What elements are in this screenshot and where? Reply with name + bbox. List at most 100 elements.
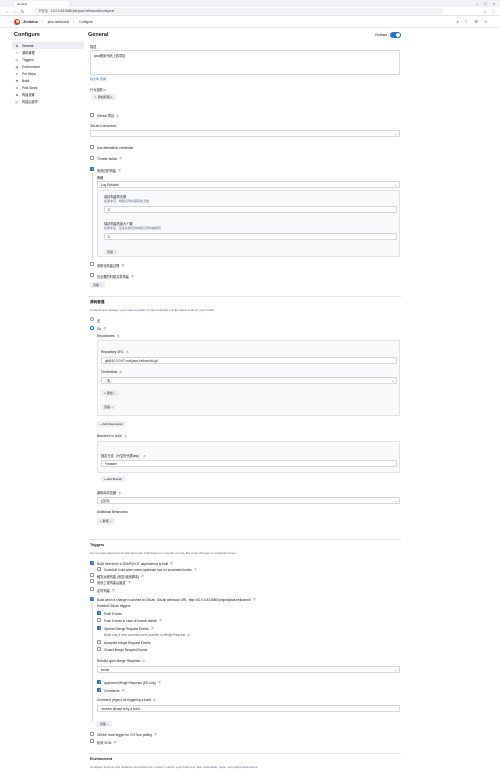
help-icon[interactable]: ? <box>119 157 123 161</box>
throttle-checkbox[interactable] <box>90 156 94 160</box>
security-badge[interactable]: 不安全 <box>38 8 48 14</box>
add-credential-button[interactable]: + 添加 ⌄ <box>101 390 119 396</box>
help-icon[interactable]: ? <box>252 598 256 602</box>
sidebar-item-scm[interactable]: ⑂ 源码管理 <box>12 49 84 56</box>
push-events-checkbox[interactable] <box>97 611 101 615</box>
help-icon[interactable]: ? <box>119 370 123 374</box>
help-icon[interactable]: ? <box>103 327 107 331</box>
sidebar-item-build-settings[interactable]: ⚙ 构建设置 <box>12 91 84 98</box>
enabled-toggle[interactable] <box>390 31 401 38</box>
github-hook-checkbox[interactable] <box>90 732 94 736</box>
help-icon[interactable]: ? <box>113 741 117 745</box>
keep-max-input[interactable]: 5 <box>104 233 397 240</box>
general-advanced-button[interactable]: 高级 ⌄ <box>90 282 106 288</box>
add-behaviour-button[interactable]: + 新增 ⌄ <box>97 518 115 524</box>
scm-none-radio[interactable] <box>90 317 94 321</box>
search-icon[interactable]: ⌕ <box>456 19 458 24</box>
trigger-upstream-checkbox[interactable] <box>97 567 101 571</box>
trigger-after-other-checkbox[interactable] <box>90 579 94 583</box>
star-icon[interactable]: ☆ <box>483 9 487 14</box>
jenkins-logo-icon[interactable] <box>14 18 20 25</box>
trigger-snapshot-checkbox[interactable] <box>90 561 94 565</box>
sidebar-item-post-build[interactable]: ◫ 构建后操作 <box>12 98 84 105</box>
repo-advanced-button[interactable]: 高级 ⌄ <box>101 404 117 410</box>
sidebar-item-pre-steps[interactable]: ≡ Pre Steps <box>12 70 84 77</box>
maximize-icon[interactable]: □ <box>484 1 486 6</box>
back-icon[interactable]: ← <box>5 9 9 14</box>
help-icon[interactable]: ? <box>121 264 125 268</box>
forward-icon[interactable]: → <box>13 9 17 14</box>
log-rotation-advanced-button[interactable]: 高级 ⌄ <box>104 249 120 255</box>
user-icon[interactable]: ☺ <box>484 19 488 24</box>
help-icon[interactable]: ? <box>116 334 120 338</box>
comment-regex-input[interactable]: Jenkins please retry a build <box>97 705 400 712</box>
help-icon[interactable]: ? <box>152 698 157 702</box>
credentials-select[interactable]: - 无 - ⌄ <box>101 377 397 384</box>
comments-checkbox[interactable] <box>97 688 101 692</box>
push-delete-checkbox[interactable] <box>97 618 101 622</box>
preview-link[interactable]: 查看 <box>100 77 106 81</box>
help-icon[interactable]: ? <box>123 434 127 438</box>
strategy-select[interactable]: Log Rotation ⌄ <box>97 181 400 188</box>
help-icon[interactable]: ? <box>187 633 191 637</box>
help-icon[interactable]: ? <box>193 568 197 572</box>
discard-old-checkbox[interactable] <box>90 167 94 171</box>
gear-icon[interactable]: ⚙ <box>474 19 478 24</box>
description-textarea[interactable]: java程序代码上线项目 <box>90 50 400 75</box>
help-icon[interactable]: ? <box>130 275 135 279</box>
help-icon[interactable]: ? <box>118 169 122 173</box>
trigger-gitlab-push-checkbox[interactable] <box>90 597 94 601</box>
breadcrumb-job[interactable]: java-helloworld <box>48 20 69 24</box>
brand-name[interactable]: Jenkins <box>23 19 38 24</box>
add-repository-button[interactable]: + Add Repository <box>97 421 126 427</box>
approved-mr-checkbox[interactable] <box>97 680 101 684</box>
help-icon[interactable]: ? <box>158 681 162 685</box>
trigger-remote-checkbox[interactable] <box>90 573 94 577</box>
param-build-checkbox[interactable] <box>90 262 94 266</box>
help-icon[interactable]: ? <box>116 114 120 118</box>
scm-git-radio[interactable] <box>90 326 94 330</box>
breadcrumb-configure[interactable]: Configure <box>79 20 93 24</box>
sidebar-item-triggers[interactable]: ◷ Triggers <box>12 56 84 63</box>
help-icon[interactable]: ? <box>142 659 146 663</box>
browser-select[interactable]: (自动) ⌄ <box>97 497 400 504</box>
help-icon[interactable]: ? <box>143 454 147 458</box>
help-icon[interactable]: ? <box>141 575 145 579</box>
help-icon[interactable]: ? <box>118 491 122 495</box>
help-icon[interactable]: ? <box>125 350 129 354</box>
minimize-icon[interactable]: – <box>476 1 478 6</box>
help-icon[interactable]: ? <box>127 581 131 585</box>
sidebar-item-environment[interactable]: ◍ Environment <box>12 63 84 70</box>
help-icon[interactable]: ? <box>153 733 158 737</box>
close-icon[interactable]: × <box>493 1 495 6</box>
enabled-switch[interactable]: Enabled <box>375 31 401 38</box>
github-project-checkbox[interactable] <box>90 113 94 117</box>
repo-url-input[interactable]: git@10.0.0.97:root/java-helloworld.git <box>101 357 397 364</box>
alt-credential-checkbox[interactable] <box>90 145 94 149</box>
menu-icon[interactable]: ⋮ <box>491 9 495 14</box>
help-icon[interactable]: ? <box>121 689 125 693</box>
gitlab-connection-select[interactable]: ⌄ <box>90 130 400 137</box>
notification-icon[interactable]: ⚐ <box>465 19 469 24</box>
help-icon[interactable]: ? <box>150 627 154 631</box>
closed-mr-checkbox[interactable] <box>97 647 101 651</box>
keep-days-input[interactable]: 5 <box>104 206 397 213</box>
sidebar-item-build[interactable]: ⚒ Build <box>12 77 84 84</box>
add-branch-button[interactable]: + Add Branch <box>101 476 126 482</box>
add-property-button[interactable]: + 添加标题入 <box>92 94 116 100</box>
concurrent-checkbox[interactable] <box>90 273 94 277</box>
help-icon[interactable]: ? <box>111 589 115 593</box>
triggers-advanced-button[interactable]: 高级 ⌄ <box>97 721 113 727</box>
opened-mr-checkbox[interactable] <box>97 626 101 630</box>
sidebar-item-post-steps[interactable]: ≡ Post Steps <box>12 84 84 91</box>
reload-icon[interactable]: ↻ <box>21 9 24 14</box>
help-icon[interactable]: ? <box>158 619 162 623</box>
branch-spec-input[interactable]: */master <box>101 460 397 467</box>
accepted-mr-checkbox[interactable] <box>97 640 101 644</box>
poll-scm-checkbox[interactable] <box>90 739 94 743</box>
trigger-schedule-checkbox[interactable] <box>90 587 94 591</box>
help-icon[interactable]: ? <box>170 562 174 566</box>
url-field[interactable]: 不安全 10.0.0.83:8080/job/java-helloworld/c… <box>34 8 445 14</box>
rebuild-select[interactable]: Never ⌄ <box>97 666 400 673</box>
sidebar-item-general[interactable]: ⚙ General <box>12 42 84 49</box>
